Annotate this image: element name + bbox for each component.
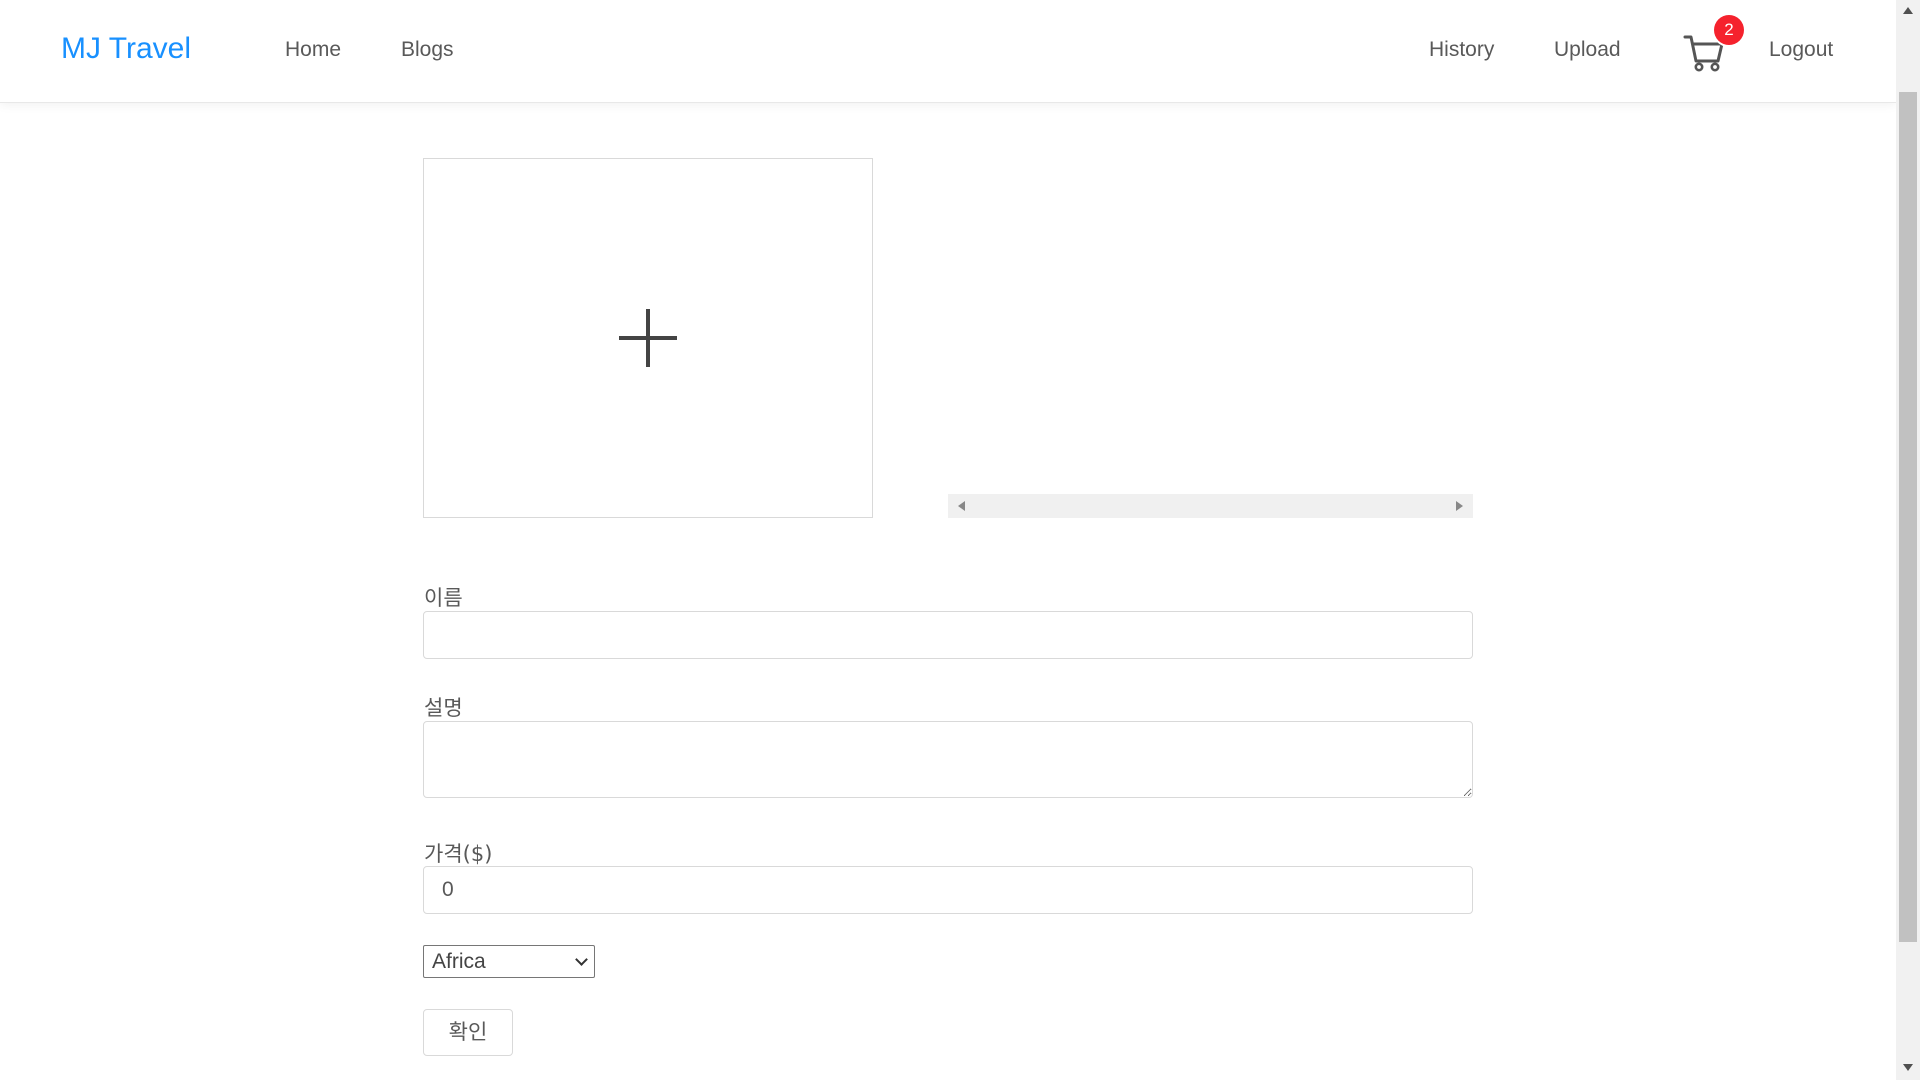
price-input[interactable]: 0 xyxy=(423,866,1473,914)
chevron-down-icon xyxy=(575,953,588,966)
price-label: 가격($) xyxy=(424,842,493,866)
continent-select[interactable]: Africa xyxy=(423,945,595,978)
description-textarea[interactable] xyxy=(423,721,1473,798)
scrollbar-thumb[interactable] xyxy=(1899,92,1917,942)
page-vertical-scrollbar[interactable] xyxy=(1896,0,1920,1080)
scroll-left-arrow-icon[interactable] xyxy=(958,501,965,511)
image-dropzone[interactable] xyxy=(423,158,873,518)
continent-selected-value: Africa xyxy=(432,950,486,973)
plus-icon xyxy=(619,309,677,367)
nav-upload-link[interactable]: Upload xyxy=(1554,38,1621,62)
preview-horizontal-scrollbar[interactable] xyxy=(948,494,1473,518)
image-preview-area xyxy=(948,158,1473,518)
submit-button[interactable]: 확인 xyxy=(423,1009,513,1056)
top-navbar: MJ Travel Home Blogs History Upload 2 Lo… xyxy=(0,0,1896,103)
name-label: 이름 xyxy=(424,586,463,610)
nav-logout-link[interactable]: Logout xyxy=(1769,38,1833,62)
scroll-down-arrow-icon[interactable] xyxy=(1903,1064,1913,1071)
scroll-up-arrow-icon[interactable] xyxy=(1903,7,1913,14)
cart-button[interactable]: 2 xyxy=(1683,15,1744,74)
scroll-right-arrow-icon[interactable] xyxy=(1456,501,1463,511)
logo-link[interactable]: MJ Travel xyxy=(61,32,191,66)
nav-home-link[interactable]: Home xyxy=(285,38,341,62)
cart-count-badge: 2 xyxy=(1714,15,1744,45)
nav-history-link[interactable]: History xyxy=(1429,38,1494,62)
description-label: 설명 xyxy=(424,696,463,720)
name-input[interactable] xyxy=(423,611,1473,659)
nav-blogs-link[interactable]: Blogs xyxy=(401,38,454,62)
